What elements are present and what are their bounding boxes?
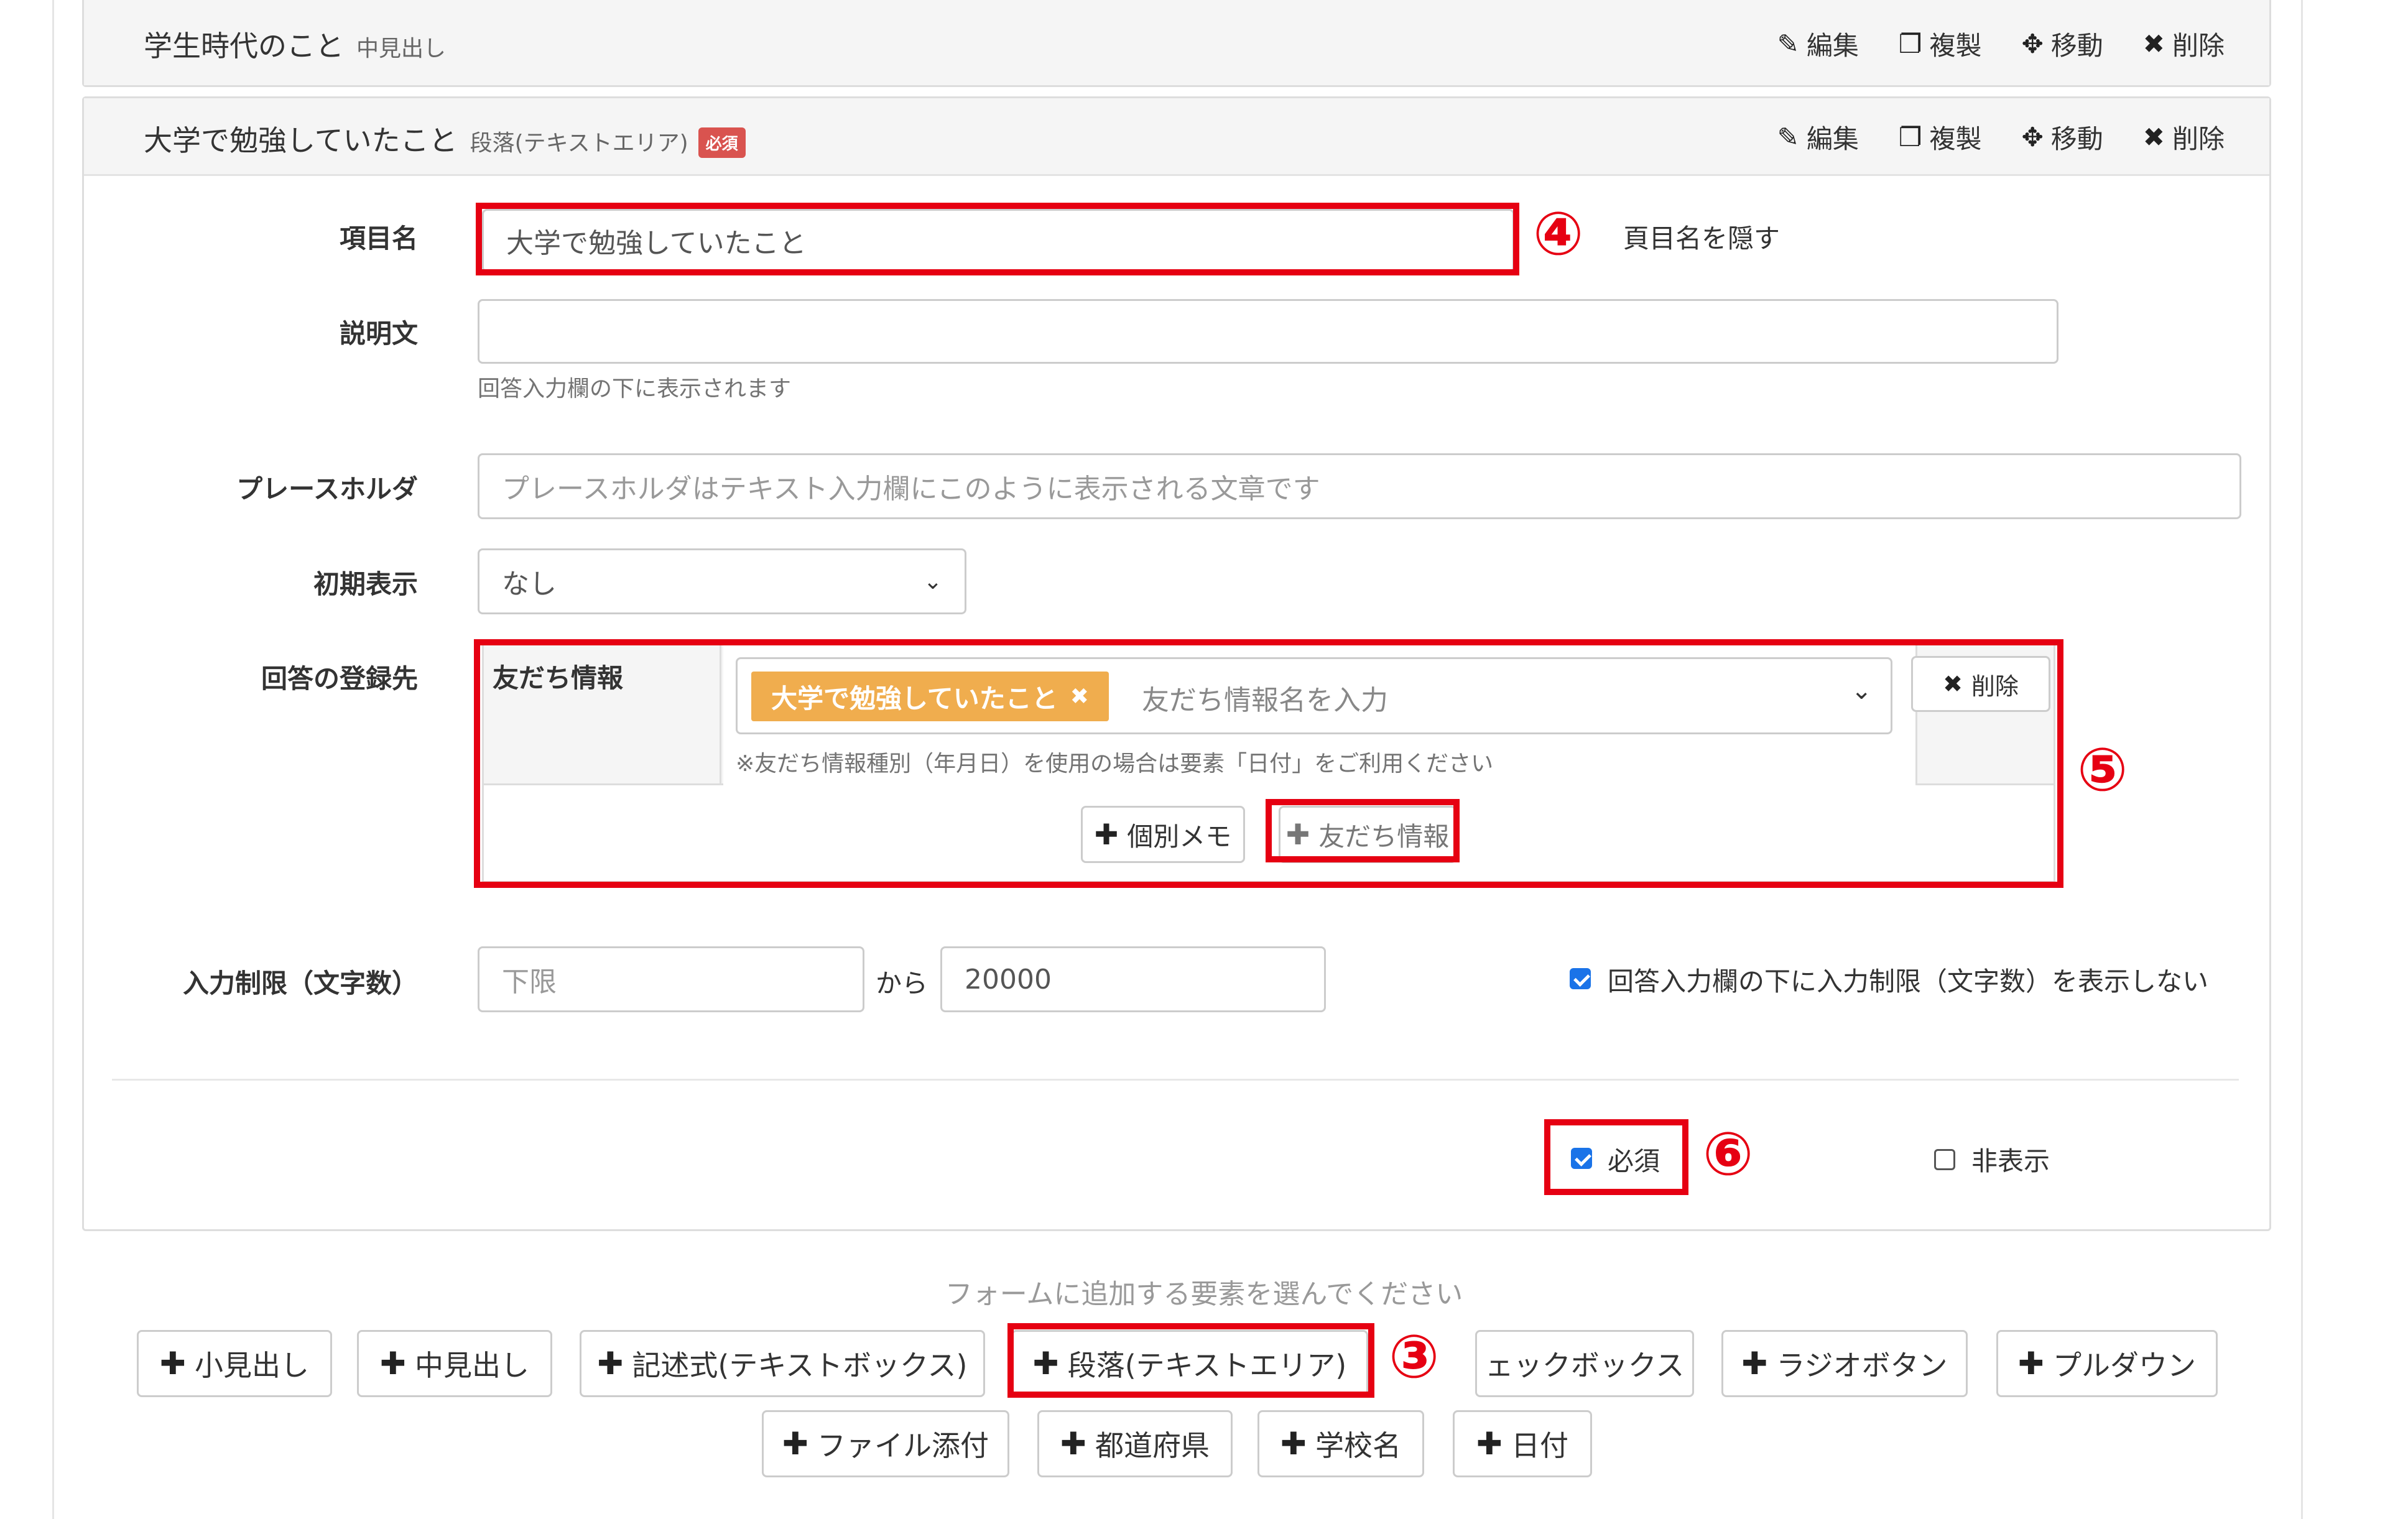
add-prefecture-button[interactable]: ✚ 都道府県 — [1037, 1410, 1233, 1477]
limit-max-input[interactable]: 20000 — [940, 946, 1326, 1012]
divider — [112, 1079, 2239, 1081]
plus-icon: ✚ — [160, 1346, 186, 1382]
panel-actions: ✎ 編集 ❐ 複製 ✥ 移動 ✖ 削除 — [1777, 25, 2225, 63]
copy-button[interactable]: ❐ 複製 — [1899, 118, 1982, 156]
plus-icon: ✚ — [597, 1346, 624, 1382]
register-destination-label: 回答の登録先 — [261, 663, 418, 694]
add-school-button[interactable]: ✚ 学校名 — [1257, 1410, 1424, 1477]
panel-title-text: 学生時代のこと — [144, 29, 344, 63]
copy-label: 複製 — [1929, 124, 1982, 154]
close-icon: ✖ — [2142, 122, 2165, 152]
add-textbox-button[interactable]: ✚ 記述式(テキストボックス) — [580, 1330, 985, 1397]
description-label: 説明文 — [339, 318, 418, 349]
add-date-button[interactable]: ✚ 日付 — [1453, 1410, 1592, 1477]
annotation-5: ⑤ — [2077, 735, 2128, 805]
move-icon: ✥ — [2021, 29, 2044, 59]
add-element-hint: フォームに追加する要素を選んでください — [945, 1278, 1463, 1310]
plus-icon: ✚ — [380, 1346, 406, 1382]
item-name-label: 項目名 — [339, 223, 418, 254]
move-label: 移動 — [2050, 124, 2103, 154]
add-button-label: 学校名 — [1315, 1429, 1401, 1462]
hidden-label[interactable]: 非表示 — [1971, 1140, 2050, 1178]
panel-title-text: 大学で勉強していたこと — [144, 124, 458, 157]
highlight-add-textarea — [1007, 1323, 1374, 1398]
highlight-item-name — [476, 203, 1519, 275]
move-button[interactable]: ✥ 移動 — [2022, 118, 2103, 156]
panel-header: 学生時代のこと 中見出し ✎ 編集 ❐ 複製 ✥ 移動 ✖ 削除 — [84, 0, 2269, 85]
edit-button[interactable]: ✎ 編集 — [1777, 118, 1859, 156]
panel-title: 学生時代のこと 中見出し — [144, 24, 446, 65]
input-limit-label: 入力制限（文字数） — [182, 968, 418, 999]
delete-button[interactable]: ✖ 削除 — [2143, 25, 2225, 63]
move-icon: ✥ — [2021, 122, 2044, 152]
initial-display-value: なし — [502, 568, 557, 600]
edit-button[interactable]: ✎ 編集 — [1777, 25, 1859, 63]
copy-icon: ❐ — [1898, 122, 1922, 152]
panel-title: 大学で勉強していたこと 段落(テキストエリア) 必須 — [144, 118, 746, 159]
delete-label: 削除 — [2172, 30, 2225, 61]
plus-icon: ✚ — [782, 1426, 808, 1462]
placeholder-input[interactable]: プレースホルダはテキスト入力欄にこのように表示される文章です — [478, 453, 2241, 519]
plus-icon: ✚ — [1060, 1426, 1086, 1462]
add-radio-button[interactable]: ✚ ラジオボタン — [1721, 1330, 1968, 1397]
edit-label: 編集 — [1806, 124, 1859, 154]
close-icon: ✖ — [2142, 29, 2165, 59]
add-button-label: プルダウン — [2052, 1349, 2196, 1382]
annotation-3: ③ — [1389, 1322, 1440, 1392]
add-medium-heading-button[interactable]: ✚ 中見出し — [357, 1330, 552, 1397]
hide-item-name-label[interactable]: 頁目名を隠す — [1623, 218, 1780, 256]
panel-header: 大学で勉強していたこと 段落(テキストエリア) 必須 ✎ 編集 ❐ 複製 ✥ 移動 ✖ 削除 — [84, 98, 2269, 176]
move-label: 移動 — [2050, 30, 2103, 61]
delete-button[interactable]: ✖ 削除 — [2143, 118, 2225, 156]
element-panel-heading: 学生時代のこと 中見出し ✎ 編集 ❐ 複製 ✥ 移動 ✖ 削除 — [82, 0, 2271, 87]
add-pulldown-button[interactable]: ✚ プルダウン — [1996, 1330, 2218, 1397]
limit-from-label: から — [876, 968, 928, 999]
plus-icon: ✚ — [1476, 1426, 1503, 1462]
add-button-label: 都道府県 — [1095, 1429, 1210, 1462]
plus-icon: ✚ — [1280, 1426, 1307, 1462]
add-button-label: 中見出し — [414, 1349, 529, 1382]
description-input[interactable] — [478, 299, 2058, 364]
move-button[interactable]: ✥ 移動 — [2022, 25, 2103, 63]
panel-type: 段落(テキストエリア) — [470, 131, 688, 156]
limit-min-input[interactable]: 下限 — [478, 946, 864, 1012]
pencil-icon: ✎ — [1777, 29, 1799, 59]
add-button-label: ファイル添付 — [817, 1429, 989, 1462]
initial-display-label: 初期表示 — [313, 569, 418, 599]
plus-icon: ✚ — [2018, 1346, 2044, 1382]
chevron-down-icon: ⌄ — [923, 568, 942, 594]
edit-label: 編集 — [1806, 30, 1859, 61]
copy-label: 複製 — [1929, 30, 1982, 61]
required-badge: 必須 — [698, 127, 746, 158]
highlight-required — [1544, 1119, 1688, 1195]
add-small-heading-button[interactable]: ✚ 小見出し — [137, 1330, 332, 1397]
hide-limit-label[interactable]: 回答入力欄の下に入力制限（文字数）を表示しない — [1608, 961, 2208, 999]
hidden-checkbox[interactable] — [1934, 1149, 1955, 1170]
annotation-6: ⑥ — [1703, 1119, 1754, 1189]
copy-button[interactable]: ❐ 複製 — [1899, 25, 1982, 63]
hide-limit-checkbox[interactable] — [1570, 968, 1591, 989]
add-button-label: 記述式(テキストボックス) — [632, 1349, 968, 1382]
placeholder-label: プレースホルダ — [236, 474, 418, 504]
pencil-icon: ✎ — [1777, 122, 1799, 152]
initial-display-select[interactable]: なし ⌄ — [478, 548, 966, 614]
description-help: 回答入力欄の下に表示されます — [478, 376, 792, 402]
add-button-label: 小見出し — [194, 1349, 309, 1382]
add-checkbox-button[interactable]: ェックボックス — [1475, 1330, 1694, 1397]
add-button-label: ェックボックス — [1484, 1349, 1685, 1382]
add-file-button[interactable]: ✚ ファイル添付 — [762, 1410, 1009, 1477]
panel-actions: ✎ 編集 ❐ 複製 ✥ 移動 ✖ 削除 — [1777, 118, 2225, 156]
delete-label: 削除 — [2172, 124, 2225, 154]
annotation-4: ④ — [1533, 199, 1584, 269]
panel-type: 中見出し — [356, 36, 447, 62]
plus-icon: ✚ — [1741, 1346, 1768, 1382]
highlight-friend-info-button — [1266, 799, 1460, 862]
add-button-label: ラジオボタン — [1776, 1349, 1948, 1382]
add-button-label: 日付 — [1511, 1429, 1568, 1462]
copy-icon: ❐ — [1898, 29, 1922, 59]
